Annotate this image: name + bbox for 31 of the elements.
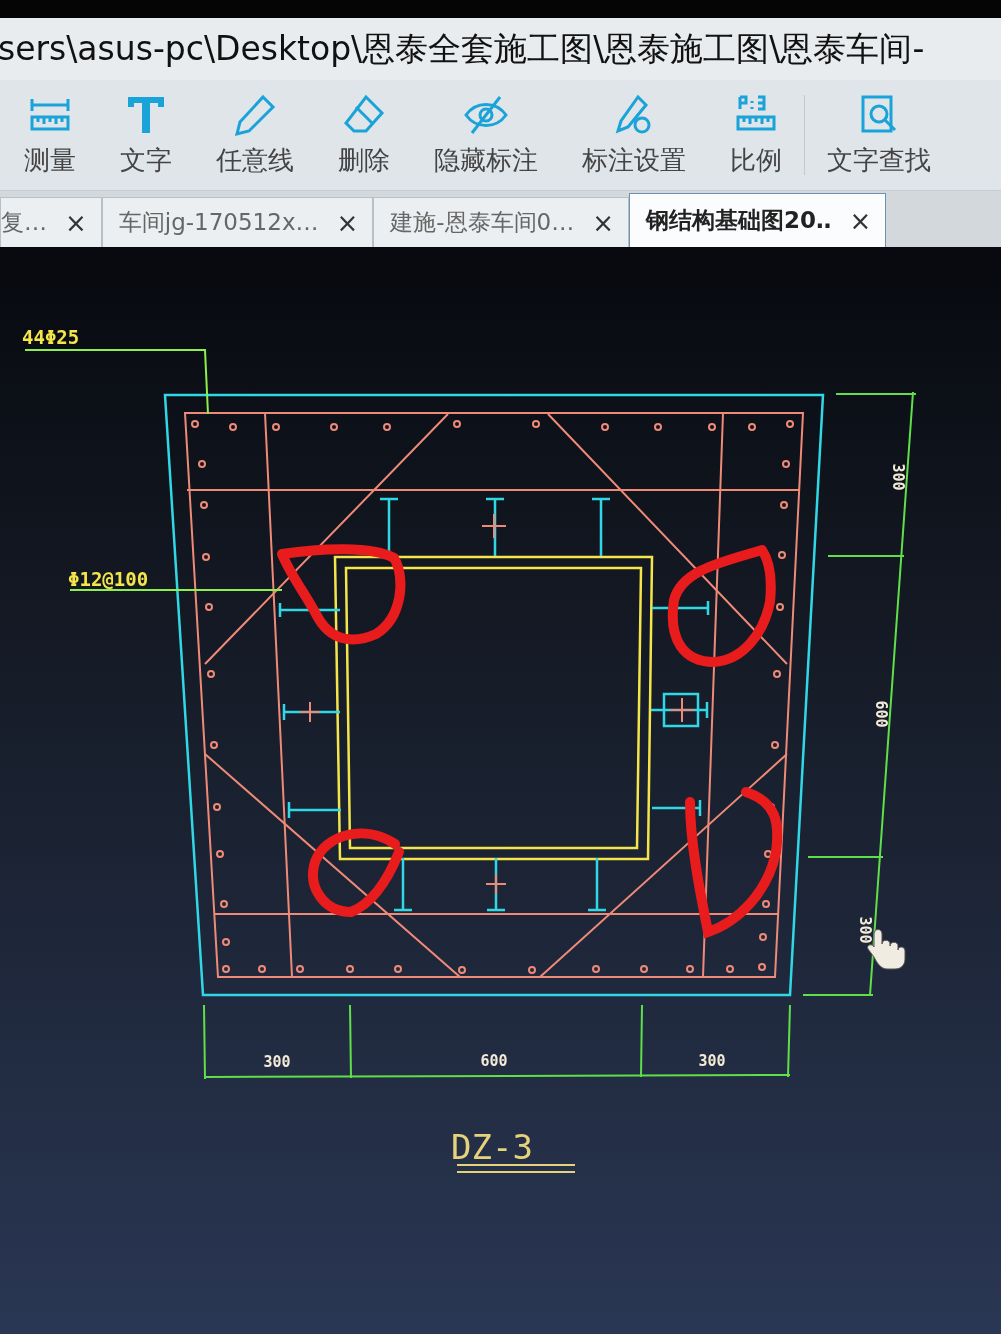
rebar-label: 44Φ25 (22, 326, 80, 348)
pen-icon (233, 92, 277, 137)
tab-label: 车间jg-170512x… (118, 208, 319, 237)
document-tab[interactable]: 车间jg-170512x… × (101, 197, 374, 247)
toolbar-button[interactable]: 标注设置 (560, 92, 708, 178)
toolbar-button[interactable]: 测量 (0, 92, 98, 178)
close-button[interactable]: × (849, 205, 872, 236)
dimension-value: 300 (889, 463, 907, 491)
dimension-value: 600 (480, 1052, 508, 1070)
toolbar-button[interactable]: 文字 (98, 92, 194, 178)
file-path-title: sers\asus-pc\Desktop\恩泰全套施工图\恩泰施工图\恩泰车间- (0, 27, 925, 70)
dimension-value: 300 (856, 916, 874, 944)
drawing-title: DZ-3 (451, 1127, 533, 1167)
toolbar-button[interactable]: 隐藏标注 (412, 92, 560, 178)
tab-label: 建施-恩泰车间0… (390, 208, 575, 237)
tab-label: 钢结构基础图20‥ (646, 206, 832, 235)
tab-label: 复… (1, 208, 47, 237)
toolbar-button[interactable]: 任意线 (194, 92, 316, 178)
document-tab[interactable]: 钢结构基础图20‥ × (629, 193, 887, 247)
dimension-value: 600 (872, 700, 890, 728)
toolbar-button[interactable]: 文字查找 (805, 92, 953, 178)
close-button[interactable]: × (65, 207, 87, 238)
dimension-value: 300 (698, 1052, 726, 1070)
close-button[interactable]: × (592, 207, 615, 238)
document-tab[interactable]: 复… × (0, 197, 102, 247)
toolbar-button[interactable]: 删除 (316, 92, 412, 178)
close-button[interactable]: × (336, 207, 359, 238)
stirrup-label: Φ12@100 (68, 568, 149, 590)
dimension-value: 300 (263, 1053, 291, 1071)
toolbar-button[interactable]: 比例 (708, 92, 804, 178)
document-tab[interactable]: 建施-恩泰车间0… × (373, 197, 630, 247)
